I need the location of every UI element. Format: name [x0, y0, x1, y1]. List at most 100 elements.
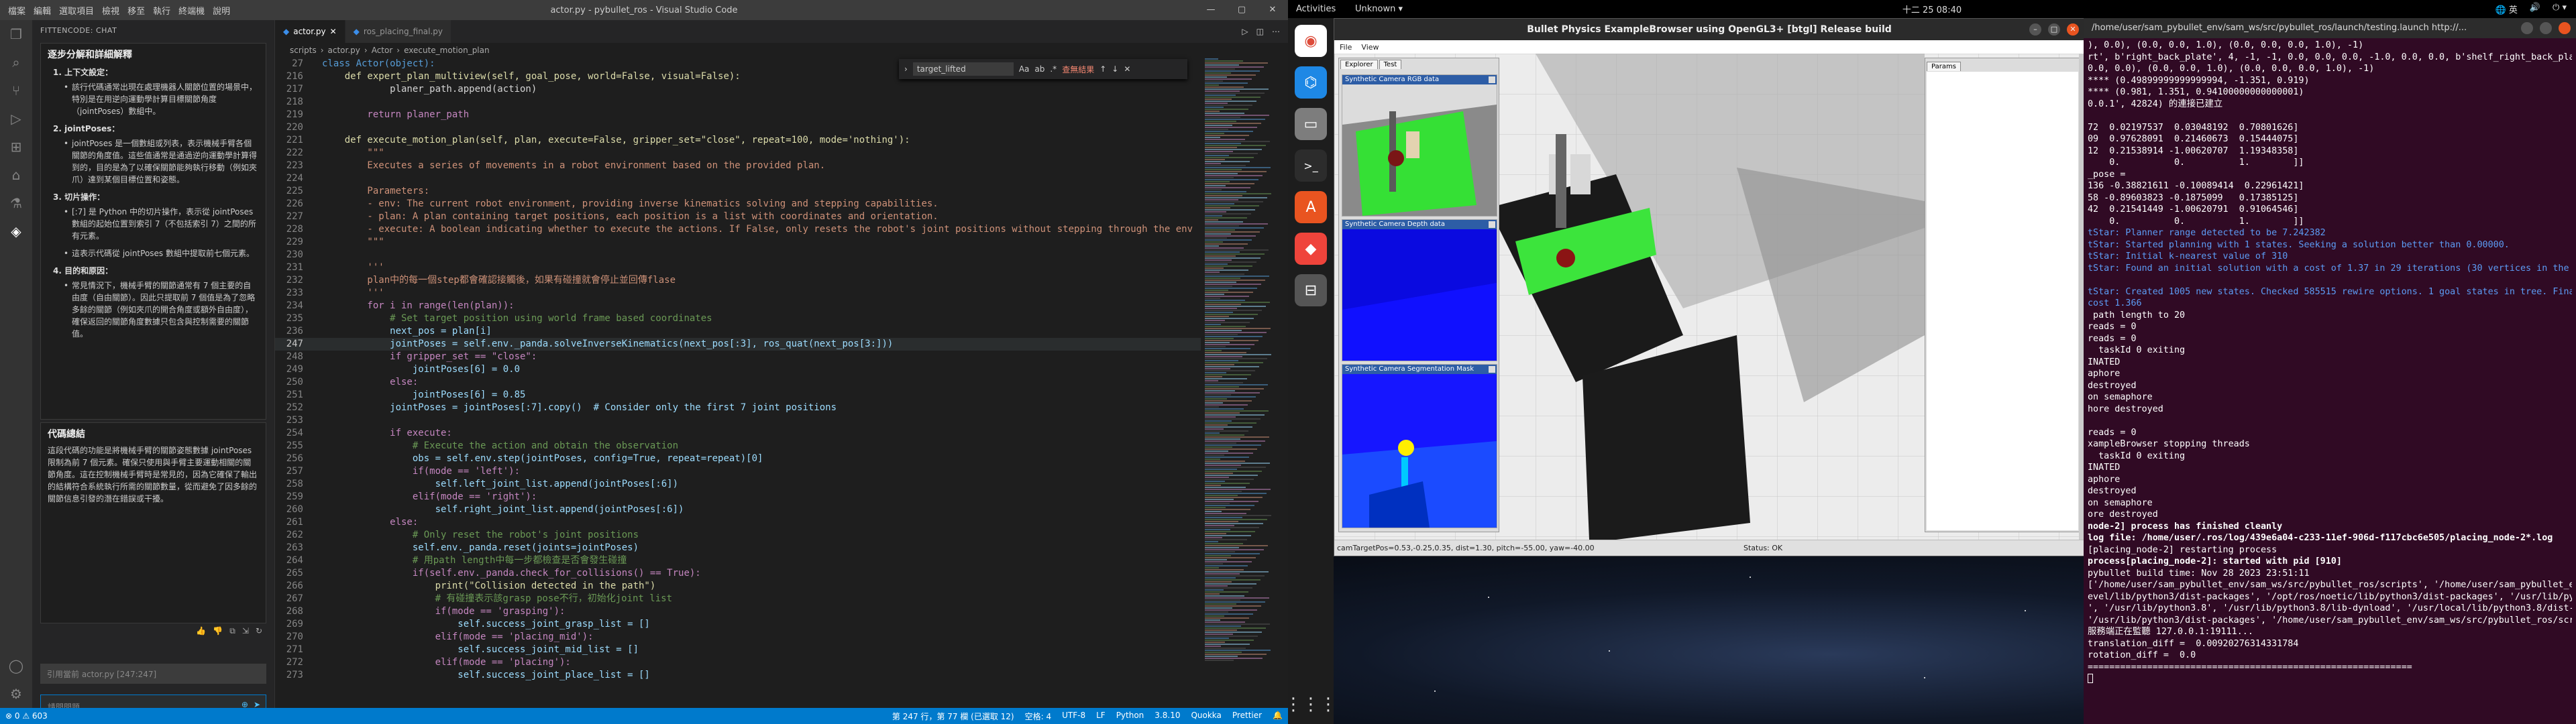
code-line[interactable]: 250 else: — [275, 376, 1201, 389]
3d-viewport[interactable]: Explorer Test Synthetic Camera RGB data — [1334, 54, 2084, 540]
tab-explorer[interactable]: Explorer — [1340, 60, 1378, 69]
code-line[interactable]: 233 ''' — [275, 287, 1201, 300]
close-icon[interactable] — [1489, 366, 1495, 373]
python-version-status[interactable]: 3.8.10 — [1155, 711, 1180, 722]
code-line[interactable]: 251 jointPoses[6] = 0.85 — [275, 389, 1201, 402]
code-line[interactable]: 264 # 用path length中每一步都檢查是否會發生碰撞 — [275, 554, 1201, 567]
menu-view[interactable]: 檢視 — [98, 4, 123, 17]
arrow-up-icon[interactable]: ↑ — [1099, 64, 1106, 74]
app-menu[interactable]: Unknown ▾ — [1348, 4, 1403, 14]
software-center-icon[interactable]: A — [1295, 191, 1327, 223]
maximize-icon[interactable]: □ — [2048, 23, 2060, 36]
code-line[interactable]: 226 - env: The current robot environment… — [275, 198, 1201, 210]
code-line[interactable]: 252 jointPoses = jointPoses[:7].copy() #… — [275, 402, 1201, 414]
code-line[interactable]: 222 """ — [275, 147, 1201, 160]
code-line[interactable]: 259 elif(mode == 'right'): — [275, 491, 1201, 503]
fittencode-icon[interactable]: ◈ — [7, 223, 25, 240]
close-icon[interactable]: ✕ — [1124, 64, 1130, 74]
code-line[interactable]: 227 - plan: A plan containing target pos… — [275, 210, 1201, 223]
code-line[interactable]: 224 — [275, 172, 1201, 185]
files-icon[interactable]: ▭ — [1295, 108, 1327, 140]
code-line[interactable]: 231 ''' — [275, 261, 1201, 274]
search-icon[interactable]: ⌕ — [7, 54, 25, 71]
split-editor-icon[interactable]: ◫ — [1256, 27, 1264, 36]
indentation-status[interactable]: 空格: 4 — [1025, 711, 1052, 722]
menu-selection[interactable]: 選取項目 — [55, 4, 98, 17]
arrow-down-icon[interactable]: ↓ — [1112, 64, 1118, 74]
menu-help[interactable]: 說明 — [209, 4, 234, 17]
code-line[interactable]: 229 """ — [275, 236, 1201, 249]
code-line[interactable]: 256 obs = self.env.step(jointPoses, conf… — [275, 452, 1201, 465]
chat-context-reference[interactable]: 引用當前 actor.py [247:247] — [40, 664, 266, 684]
code-line[interactable]: 225 Parameters: — [275, 185, 1201, 198]
code-view[interactable]: 27 class Actor(object): 216 def expert_pla… — [275, 58, 1201, 708]
show-apps-icon[interactable]: ⋮⋮⋮ — [1288, 695, 1337, 715]
extensions-icon[interactable]: ⊞ — [7, 138, 25, 156]
code-line[interactable]: 223 Executes a series of movements in a … — [275, 160, 1201, 172]
close-icon[interactable]: ✕ — [1257, 0, 1288, 20]
breadcrumb-item[interactable]: actor.py — [328, 46, 360, 55]
eol-status[interactable]: LF — [1096, 711, 1106, 722]
more-actions-icon[interactable]: ⋯ — [1272, 27, 1280, 36]
code-line[interactable]: 235 # Set target position using world fr… — [275, 312, 1201, 325]
minimize-icon[interactable]: — — [1195, 0, 1226, 20]
language-status[interactable]: Python — [1116, 711, 1144, 722]
menu-file[interactable]: 檔案 — [4, 4, 30, 17]
maximize-icon[interactable]: ▢ — [1226, 0, 1257, 20]
prettier-status[interactable]: Prettier — [1232, 711, 1262, 722]
gear-icon[interactable]: ⚙ — [7, 685, 25, 703]
tab-test[interactable]: Test — [1379, 60, 1402, 69]
input-method-icon[interactable]: 🌐 英 — [2496, 3, 2518, 15]
code-line[interactable]: 273 self.success_joint_place_list = [] — [275, 669, 1201, 682]
activities-button[interactable]: Activities — [1288, 4, 1348, 14]
code-line[interactable]: 248 if gripper_set == "close": — [275, 351, 1201, 363]
usb-drive-icon[interactable]: ⊟ — [1295, 274, 1327, 306]
code-line[interactable]: 260 self.right_joint_list.append(jointPo… — [275, 503, 1201, 516]
thumbs-down-icon[interactable]: 👎 — [213, 626, 223, 636]
code-line[interactable]: 270 elif(mode == 'placing_mid'): — [275, 631, 1201, 644]
code-line[interactable]: 255 # Execute the action and obtain the … — [275, 440, 1201, 452]
account-icon[interactable]: ◯ — [7, 657, 25, 674]
menu-view[interactable]: View — [1361, 43, 1379, 52]
code-line[interactable]: 271 self.success_joint_mid_list = [] — [275, 644, 1201, 656]
code-line[interactable]: 268 if(mode == 'grasping'): — [275, 605, 1201, 618]
copy-icon[interactable]: ⧉ — [229, 626, 235, 636]
menu-go[interactable]: 移至 — [123, 4, 149, 17]
code-line[interactable]: 220 — [275, 121, 1201, 134]
chrome-icon[interactable]: ◉ — [1295, 25, 1327, 57]
menu-terminal[interactable]: 終端機 — [174, 4, 209, 17]
tab-ros-placing-final[interactable]: ◆ ros_placing_final.py — [345, 20, 452, 43]
breadcrumb-item[interactable]: execute_motion_plan — [404, 46, 490, 55]
clock[interactable]: 十二 25 08:40 — [1288, 3, 2576, 15]
code-line[interactable]: 272 elif(mode == 'placing'): — [275, 656, 1201, 669]
problems-status[interactable]: ⊗ 0 ⚠ 603 — [5, 711, 48, 721]
code-line[interactable]: 247 jointPoses = self.env._panda.solveIn… — [275, 338, 1201, 351]
code-line[interactable]: 234 for i in range(len(plan)): — [275, 300, 1201, 312]
chevron-right-icon[interactable]: › — [904, 64, 908, 74]
quokka-status[interactable]: Quokka — [1191, 711, 1221, 722]
code-line[interactable]: 236 next_pos = plan[i] — [275, 325, 1201, 338]
code-line[interactable]: 261 else: — [275, 516, 1201, 529]
code-line[interactable]: 218 — [275, 96, 1201, 109]
code-line[interactable]: 265 if(self.env._panda.check_for_collisi… — [275, 567, 1201, 580]
breadcrumb-item[interactable]: scripts — [290, 46, 317, 55]
power-icon[interactable]: ⏻ ▾ — [2553, 3, 2567, 15]
source-control-icon[interactable]: ⑂ — [7, 82, 25, 99]
menu-edit[interactable]: 編輯 — [30, 4, 55, 17]
breadcrumb-item[interactable]: Actor — [372, 46, 393, 55]
menu-file[interactable]: File — [1340, 43, 1352, 52]
cursor-position[interactable]: 第 247 行，第 77 欄 (已選取 12) — [892, 711, 1014, 722]
code-line[interactable]: 228 - execute: A boolean indicating whet… — [275, 223, 1201, 236]
minimize-icon[interactable] — [2521, 22, 2533, 34]
find-input[interactable]: target_lifted — [912, 62, 1014, 76]
regex-icon[interactable]: .* — [1050, 64, 1057, 74]
code-line[interactable]: 257 if(mode == 'left'): — [275, 465, 1201, 478]
thumbs-up-icon[interactable]: 👍 — [196, 626, 206, 636]
code-line[interactable]: 217 planer_path.append(action) — [275, 83, 1201, 96]
close-icon[interactable] — [2559, 22, 2571, 34]
vscode-icon[interactable]: ⌬ — [1295, 66, 1327, 99]
volume-icon[interactable]: 🔊 — [2530, 3, 2540, 15]
code-line[interactable]: 258 self.left_joint_list.append(jointPos… — [275, 478, 1201, 491]
maximize-icon[interactable] — [2540, 22, 2552, 34]
anydesk-icon[interactable]: ◆ — [1295, 233, 1327, 265]
